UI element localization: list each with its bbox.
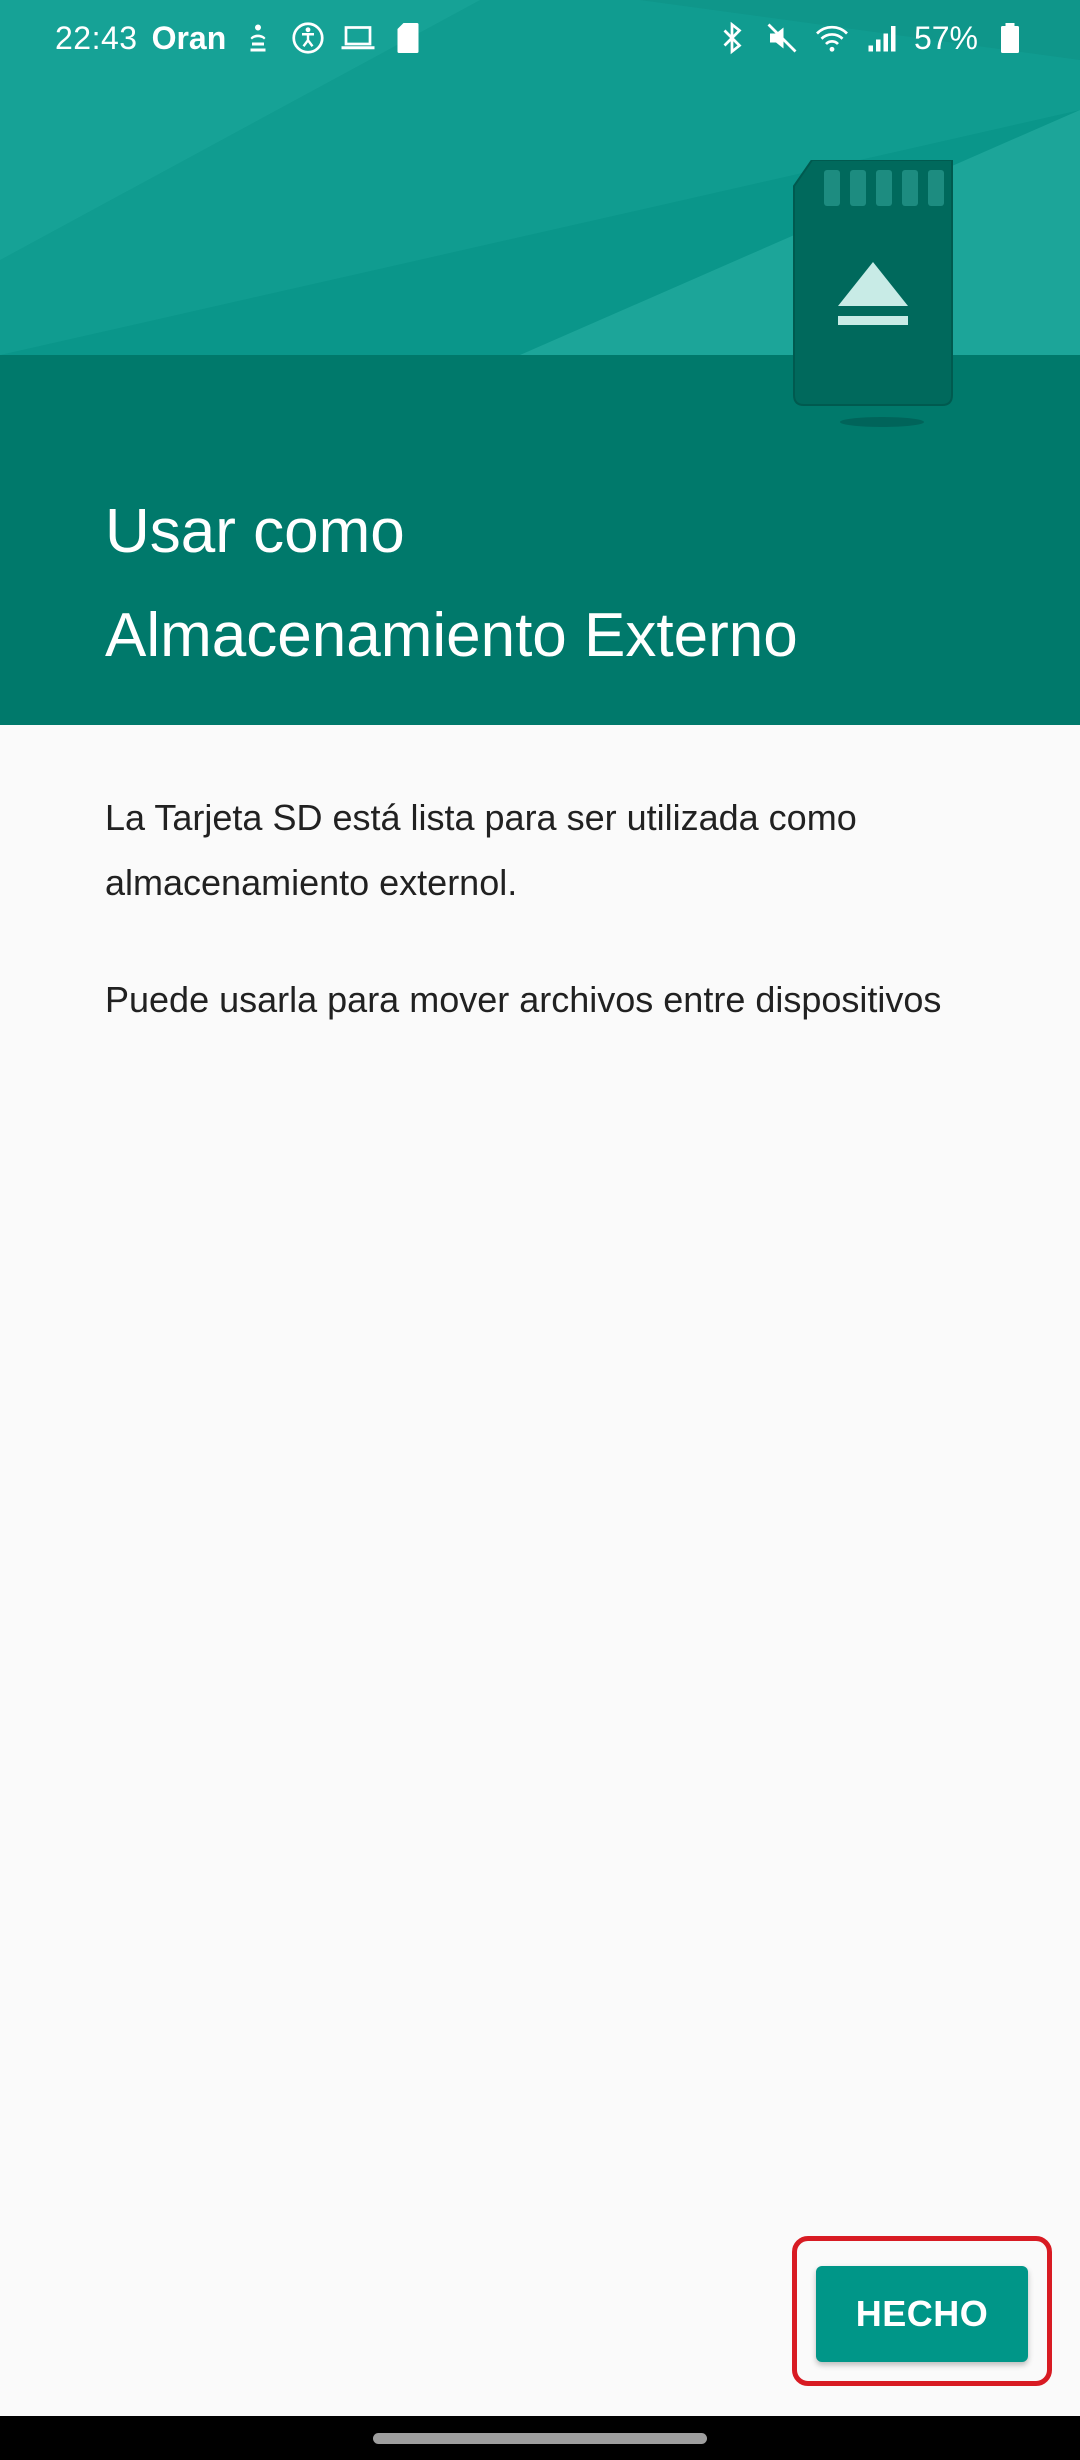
- description-paragraph-1: La Tarjeta SD está lista para ser utiliz…: [105, 797, 857, 903]
- battery-icon: [992, 20, 1028, 56]
- description-paragraph-2: Puede usarla para mover archivos entre d…: [105, 979, 942, 1020]
- page-title-line2: Almacenamiento Externo: [105, 601, 798, 670]
- laptop-icon: [340, 20, 376, 56]
- signal-icon: [864, 20, 900, 56]
- notification-app-icon: [240, 20, 276, 56]
- home-gesture-handle[interactable]: [373, 2433, 707, 2444]
- page-title-line1: Usar como: [105, 497, 405, 566]
- done-button[interactable]: HECHO: [816, 2266, 1028, 2362]
- mute-icon: [764, 20, 800, 56]
- sd-card-eject-illustration: [793, 160, 953, 427]
- status-time: 22:43: [55, 19, 138, 56]
- page-title: Usar como Almacenamiento Externo: [105, 480, 1005, 688]
- bluetooth-icon: [714, 20, 750, 56]
- status-bar: 22:43 Oran 57%: [0, 0, 1080, 76]
- description: La Tarjeta SD está lista para ser utiliz…: [105, 785, 975, 1084]
- header-hero: Usar como Almacenamiento Externo: [0, 0, 1080, 725]
- status-carrier: Oran: [151, 19, 227, 56]
- status-bar-right: 57%: [714, 20, 1028, 57]
- status-bar-left: 22:43 Oran: [55, 20, 426, 57]
- accessibility-icon: [290, 20, 326, 56]
- navigation-bar: [0, 2416, 1080, 2460]
- wifi-icon: [814, 20, 850, 56]
- battery-percentage: 57%: [913, 19, 978, 56]
- sd-card-icon: [390, 20, 426, 56]
